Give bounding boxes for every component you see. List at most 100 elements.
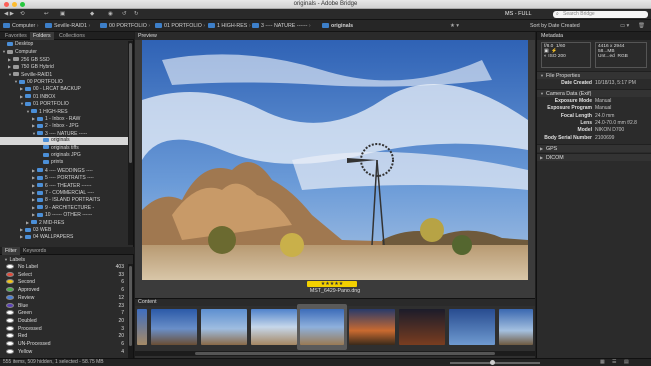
tab-filter[interactable]: Filter — [2, 247, 20, 255]
tree-item[interactable]: ▶ 03 WEB — [0, 226, 128, 233]
tree-item[interactable]: originals tiffs — [0, 145, 128, 152]
back-button[interactable]: ◀ ▶ — [4, 11, 14, 18]
tree-item[interactable]: ▼ 00 PORTFOLIO — [0, 78, 128, 85]
refine-icon[interactable]: ◆ — [90, 11, 94, 18]
tree-item[interactable]: ▶ 6 ---- THEATER ------ — [0, 182, 128, 189]
tree-item[interactable]: ▶ 8 - ISLAND PORTRAITS — [0, 196, 128, 203]
rotate-left-icon[interactable]: ↺ — [122, 11, 127, 18]
label-filter-row[interactable]: UN-Processed 6 — [0, 341, 128, 349]
tree-item[interactable]: ▼ 01 PORTFOLIO — [0, 100, 128, 107]
star-rating[interactable]: ★★★★★ — [307, 281, 357, 287]
thumbnail[interactable] — [349, 309, 395, 345]
tree-item[interactable]: ▼ 1 HIGH-RES — [0, 108, 128, 115]
thumbnail[interactable] — [399, 309, 445, 345]
label-filter-row[interactable]: Yellow 4 — [0, 348, 128, 357]
tree-item[interactable]: originals JPG — [0, 152, 128, 159]
tree-item[interactable]: prints — [0, 159, 128, 166]
tree-item[interactable]: ▶ 7 - COMMERCIAL ---- — [0, 189, 128, 196]
content-scrollbar-thumb[interactable] — [195, 352, 495, 355]
section-dicom[interactable]: ▶ DICOM — [537, 153, 651, 161]
camera-import-icon[interactable]: ▣ — [60, 11, 65, 18]
crumb-high-res[interactable]: 1 HIGH-RES › — [208, 22, 251, 30]
grid-view-icon[interactable]: ▦ — [600, 359, 605, 366]
search-field[interactable]: ⌕ Search Bridge — [553, 11, 648, 18]
delete-icon[interactable]: 🗑 — [638, 22, 645, 30]
tree-item[interactable]: ▶ 2 - Inbox - JPG — [0, 122, 128, 129]
section-gps[interactable]: ▶ GPS — [537, 144, 651, 152]
tree-item[interactable]: ▼ Seville-RAID1 — [0, 71, 128, 78]
tree-item[interactable]: ▼ 3 ---- NATURE ----- — [0, 130, 128, 137]
thumbnail-selected[interactable] — [300, 309, 344, 345]
thumbnail[interactable] — [201, 309, 247, 345]
color-mode: RGB — [617, 54, 628, 59]
label-filter-row[interactable]: Review 12 — [0, 294, 128, 303]
label-filter-row[interactable]: Second 6 — [0, 279, 128, 287]
label-filter-row[interactable]: Processed 3 — [0, 325, 128, 334]
folder-icon — [37, 123, 43, 128]
workspace-menu[interactable]: MS - FULL — [505, 11, 532, 18]
open-in-camera-raw-icon[interactable]: ◉ — [108, 11, 113, 18]
crumb-01-portfolio[interactable]: 01 PORTFOLIO › — [155, 22, 205, 30]
tab-keywords[interactable]: Keywords — [20, 247, 49, 255]
label-filter-row[interactable]: Red 20 — [0, 333, 128, 341]
recent-icon[interactable]: ⟲ — [20, 11, 25, 18]
tree-scrollbar[interactable] — [128, 41, 133, 245]
tree-item[interactable]: ▶ 9 - ARCHITECTURE - — [0, 204, 128, 211]
rotate-right-icon[interactable]: ↻ — [134, 11, 139, 18]
crumb-nature[interactable]: 3 ---- NATURE ------ › — [252, 22, 311, 30]
star-filter-icon[interactable]: ★ ▾ — [450, 22, 459, 30]
tree-item[interactable]: ▶ 2 MID-RES — [0, 219, 128, 226]
tree-scrollbar-thumb[interactable] — [129, 43, 132, 163]
label-filter-row[interactable]: Select 33 — [0, 271, 128, 280]
tab-folders[interactable]: Folders — [30, 32, 54, 40]
tree-item[interactable]: Desktop — [0, 41, 128, 48]
tree-item[interactable]: ▶ 00 - LRCAT BACKUP — [0, 85, 128, 92]
section-camera-data[interactable]: ▼ Camera Data (Exif) — [537, 89, 651, 97]
preview-image[interactable] — [142, 40, 528, 280]
label-filter-row[interactable]: Approved 6 — [0, 287, 128, 295]
list-view-icon[interactable]: ☰ — [612, 359, 616, 366]
tree-item[interactable]: ▶ 1 - Inbox - RAW — [0, 115, 128, 122]
thumbnail[interactable] — [251, 309, 297, 345]
slider-handle[interactable] — [490, 360, 495, 365]
label-filter-row[interactable]: No Label 403 — [0, 264, 128, 272]
search-icon: ⌕ — [556, 11, 559, 17]
thumbnail[interactable] — [151, 309, 197, 345]
metadata-tab[interactable]: Metadata — [537, 32, 651, 40]
boomerang-icon[interactable]: ↩ — [44, 11, 49, 18]
thumbnail[interactable] — [449, 309, 495, 345]
crumb-seville-raid[interactable]: Seville-RAID1 › — [45, 22, 90, 30]
section-file-properties[interactable]: ▼ File Properties — [537, 71, 651, 79]
thumbnail[interactable] — [499, 309, 533, 345]
crumb-00-portfolio[interactable]: 00 PORTFOLIO › — [100, 22, 150, 30]
details-view-icon[interactable]: ▤ — [624, 359, 629, 366]
labels-header[interactable]: ▼ Labels — [0, 256, 128, 264]
tree-item[interactable]: ▼ Computer — [0, 48, 128, 55]
tab-collections[interactable]: Collections — [56, 32, 88, 40]
sort-menu[interactable]: Sort by Date Created — [530, 22, 580, 30]
tree-item[interactable]: originals — [0, 137, 128, 145]
label-filter-row[interactable]: Green 7 — [0, 310, 128, 318]
thumbnail-size-slider[interactable] — [450, 360, 540, 365]
new-folder-icon[interactable]: ▭ ▾ — [620, 22, 629, 30]
label-filter-row[interactable]: Blue 23 — [0, 302, 128, 311]
thumbnail[interactable] — [137, 309, 147, 345]
labels-scrollbar[interactable] — [128, 264, 133, 358]
tab-favorites[interactable]: Favorites — [2, 32, 30, 40]
tree-item[interactable]: ▶ 5 ---- PORTRAITS ---- — [0, 174, 128, 181]
labels-scrollbar-thumb[interactable] — [129, 266, 132, 346]
folder-icon — [322, 23, 329, 28]
tree-item[interactable]: ▶ 750 GB Hybrid — [0, 63, 128, 70]
tree-item[interactable]: ▶ 10 ------ OTHER ------ — [0, 211, 128, 218]
label-filter-row[interactable]: Doubled 20 — [0, 317, 128, 326]
tree-item[interactable]: ▶ 04 WALLPAPERS — [0, 233, 128, 240]
tree-item[interactable]: ▶ 256 GB SSD — [0, 56, 128, 63]
tree-item-label: Desktop — [15, 41, 34, 47]
tree-item[interactable]: ▶ 01 INBOX — [0, 93, 128, 100]
crumb-computer[interactable]: Computer › — [3, 22, 39, 30]
tree-item-label: 1 - Inbox - RAW — [45, 116, 81, 122]
disk-icon — [13, 64, 19, 69]
tree-item[interactable]: ▶ 4 ---- WEDDINGS ---- — [0, 167, 128, 174]
crumb-originals[interactable]: originals — [322, 22, 353, 30]
content-scrollbar[interactable] — [135, 351, 535, 356]
